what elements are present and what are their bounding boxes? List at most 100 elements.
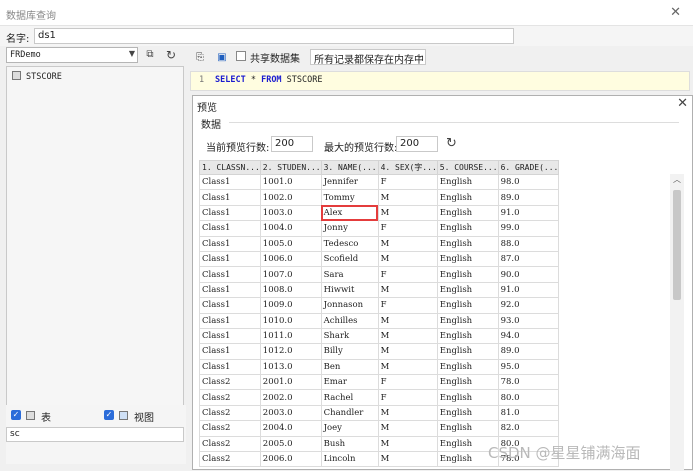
table-cell[interactable]: 1002.0 [259, 189, 322, 206]
table-cell[interactable]: 91.0 [497, 204, 560, 222]
table-cell[interactable]: Hiwwit [320, 281, 379, 299]
table-cell[interactable]: Emar [320, 374, 379, 391]
table-cell[interactable]: Class2 [199, 435, 261, 453]
database-select[interactable]: FRDemo ▼ [6, 47, 138, 63]
table-cell[interactable]: 2005.0 [259, 435, 322, 453]
table-cell[interactable]: English [436, 173, 499, 191]
table-cell[interactable]: English [436, 389, 499, 406]
table-cell[interactable]: Joey [320, 420, 379, 437]
table-cell[interactable]: 99.0 [497, 220, 560, 237]
refresh-icon[interactable]: ↻ [163, 47, 179, 63]
table-cell[interactable]: Jonny [320, 220, 379, 237]
table-cell[interactable]: 89.0 [497, 343, 560, 360]
table-cell[interactable]: M [377, 451, 438, 468]
table-cell[interactable]: F [377, 266, 438, 283]
table-cell[interactable]: M [377, 281, 438, 299]
table-checkbox[interactable]: ✓ [11, 410, 21, 420]
table-cell[interactable]: English [436, 327, 499, 345]
table-cell[interactable]: 90.0 [497, 266, 560, 283]
table-cell[interactable]: 1013.0 [259, 358, 322, 376]
table-cell[interactable]: 98.0 [497, 173, 560, 191]
table-cell[interactable]: Class1 [199, 327, 261, 345]
table-cell[interactable]: F [377, 297, 438, 314]
table-cell[interactable]: 1001.0 [259, 173, 322, 191]
column-header[interactable]: 6. GRADE(... [497, 160, 560, 175]
table-cell[interactable]: M [377, 204, 438, 222]
max-rows-input[interactable]: 200 [396, 136, 438, 152]
table-cell[interactable]: M [377, 420, 438, 437]
close-icon[interactable]: ✕ [677, 96, 688, 111]
table-cell[interactable]: Achilles [320, 312, 379, 329]
table-cell[interactable]: M [377, 327, 438, 345]
table-cell[interactable]: 1010.0 [259, 312, 322, 329]
table-cell[interactable]: M [377, 404, 438, 422]
sql-editor[interactable]: 1 SELECT * FROM STSCORE [190, 71, 690, 91]
table-cell[interactable]: Chandler [320, 404, 379, 422]
table-cell[interactable]: 89.0 [497, 189, 560, 206]
row-count-input[interactable]: 200 [271, 136, 313, 152]
table-cell[interactable]: M [377, 250, 438, 268]
table-cell[interactable]: Class2 [199, 374, 261, 391]
table-cell[interactable]: 82.0 [497, 420, 560, 437]
filter-icon[interactable]: ⧉ [142, 47, 158, 63]
table-cell[interactable]: English [436, 343, 499, 360]
table-cell[interactable]: Tommy [320, 189, 379, 206]
table-cell[interactable]: F [377, 389, 438, 406]
memory-select[interactable]: 所有记录都保存在内存中 ⌵ [310, 49, 426, 66]
table-cell[interactable]: Sara [320, 266, 379, 283]
table-cell[interactable]: English [436, 235, 499, 252]
table-cell[interactable]: Class1 [199, 266, 261, 283]
table-cell[interactable]: 87.0 [497, 250, 560, 268]
table-cell[interactable]: English [436, 312, 499, 329]
table-cell[interactable]: 1005.0 [259, 235, 322, 252]
table-cell[interactable]: Scofield [320, 250, 379, 268]
table-cell[interactable]: English [436, 297, 499, 314]
table-cell[interactable]: 81.0 [497, 404, 560, 422]
share-checkbox[interactable] [236, 51, 246, 61]
table-cell[interactable]: English [436, 374, 499, 391]
table-cell[interactable]: Alex [320, 204, 379, 222]
table-cell[interactable]: 2003.0 [259, 404, 322, 422]
table-cell[interactable]: English [436, 189, 499, 206]
table-cell[interactable]: 2001.0 [259, 374, 322, 391]
table-cell[interactable]: Ben [320, 358, 379, 376]
table-cell[interactable]: English [436, 404, 499, 422]
table-cell[interactable]: M [377, 189, 438, 206]
table-cell[interactable]: Rachel [320, 389, 379, 406]
column-header[interactable]: 3. NAME(... [320, 160, 379, 175]
table-cell[interactable]: Bush [320, 435, 379, 453]
table-cell[interactable]: 91.0 [497, 281, 560, 299]
table-cell[interactable]: Class2 [199, 420, 261, 437]
table-cell[interactable]: English [436, 281, 499, 299]
column-header[interactable]: 1. CLASSN... [199, 160, 261, 175]
table-cell[interactable]: English [436, 204, 499, 222]
table-cell[interactable]: Lincoln [320, 451, 379, 468]
table-cell[interactable]: 95.0 [497, 358, 560, 376]
table-cell[interactable]: English [436, 358, 499, 376]
table-cell[interactable]: Billy [320, 343, 379, 360]
table-cell[interactable]: 1012.0 [259, 343, 322, 360]
table-cell[interactable]: 94.0 [497, 327, 560, 345]
name-input[interactable]: ds1 [34, 28, 514, 44]
table-cell[interactable]: 78.0 [497, 374, 560, 391]
table-cell[interactable]: 93.0 [497, 312, 560, 329]
table-cell[interactable]: Class1 [199, 204, 261, 222]
scrollbar-thumb[interactable] [673, 190, 681, 300]
table-cell[interactable]: 2006.0 [259, 451, 322, 468]
table-cell[interactable]: Class1 [199, 312, 261, 329]
table-cell[interactable]: Jennifer [320, 173, 379, 191]
table-cell[interactable]: 92.0 [497, 297, 560, 314]
table-cell[interactable]: Class1 [199, 343, 261, 360]
table-cell[interactable]: 1007.0 [259, 266, 322, 283]
table-cell[interactable]: 88.0 [497, 235, 560, 252]
table-cell[interactable]: Shark [320, 327, 379, 345]
column-header[interactable]: 5. COURSE... [436, 160, 499, 175]
table-cell[interactable]: 80.0 [497, 389, 560, 406]
table-cell[interactable]: 1008.0 [259, 281, 322, 299]
table-cell[interactable]: M [377, 435, 438, 453]
table-item[interactable]: STSCORE [12, 71, 62, 82]
table-cell[interactable]: 2004.0 [259, 420, 322, 437]
preview-icon[interactable]: ⎘ [192, 50, 208, 66]
column-header[interactable]: 2. STUDEN... [259, 160, 322, 175]
table-cell[interactable]: 1006.0 [259, 250, 322, 268]
